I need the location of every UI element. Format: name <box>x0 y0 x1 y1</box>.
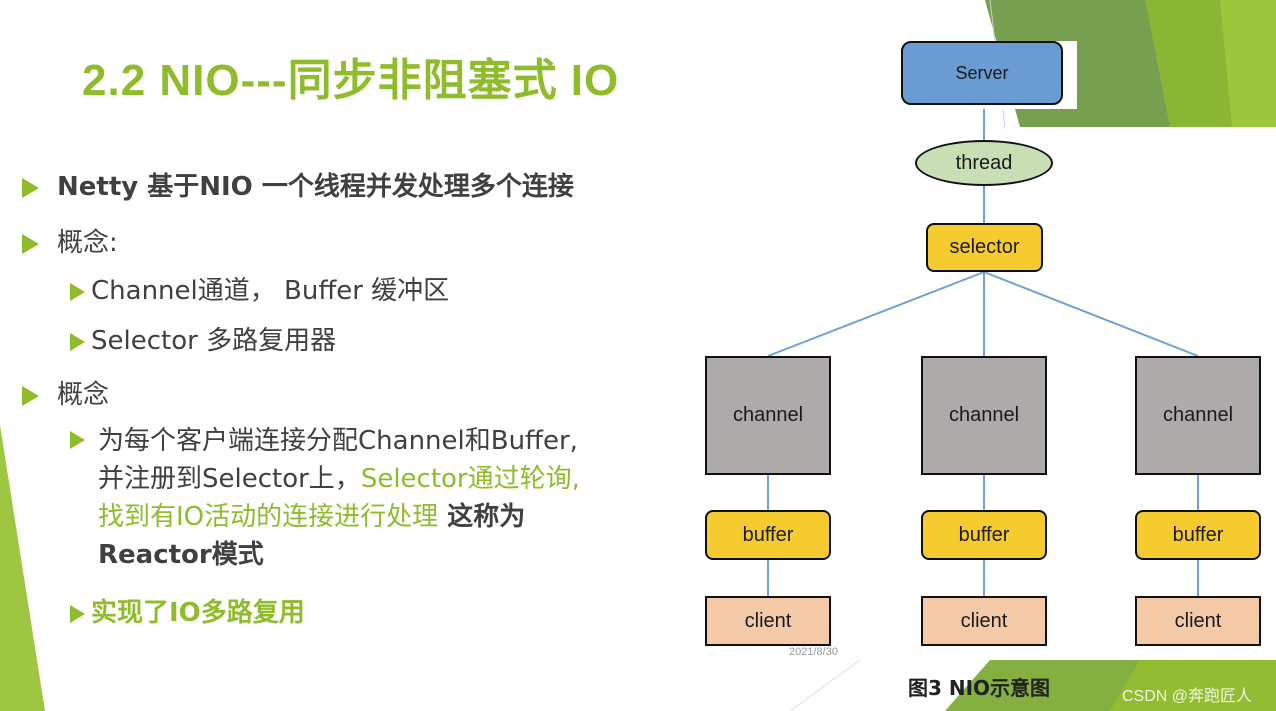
channel-node: channel <box>1135 356 1261 475</box>
connector-selector-channel-3 <box>983 271 1199 357</box>
slide-date: 2021/8/30 <box>789 646 838 658</box>
client-node: client <box>705 596 831 646</box>
selector-node: selector <box>926 223 1043 272</box>
connector-selector-channel-1 <box>767 271 985 357</box>
buffer-node: buffer <box>921 510 1047 560</box>
channel-node: channel <box>705 356 831 475</box>
diagram-connectors <box>767 105 1199 596</box>
client-node: client <box>921 596 1047 646</box>
csdn-watermark: CSDN @奔跑匠人 <box>1122 688 1253 705</box>
server-node: Server <box>901 41 1063 105</box>
buffer-node: buffer <box>705 510 831 560</box>
figure-caption: 图3 NIO示意图 <box>908 676 1051 700</box>
thread-node: thread <box>915 140 1053 186</box>
nio-diagram: Server thread selector channel channel c… <box>0 0 1276 711</box>
buffer-node: buffer <box>1135 510 1261 560</box>
channel-node: channel <box>921 356 1047 475</box>
client-node: client <box>1135 596 1261 646</box>
